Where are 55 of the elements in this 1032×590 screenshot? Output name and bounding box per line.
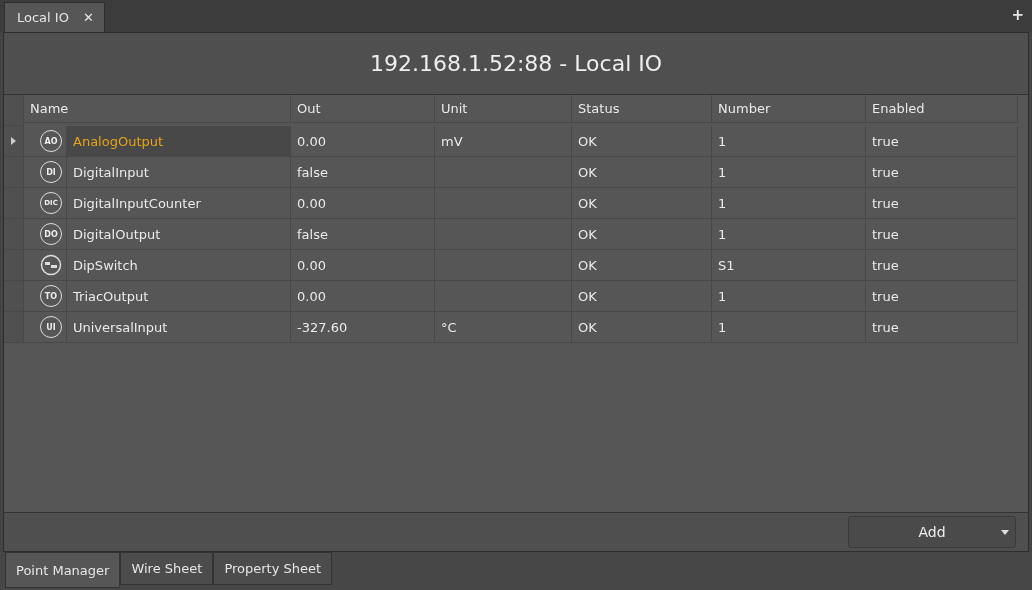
table-cell: OK [572,157,712,188]
switch-icon [40,254,62,276]
table-cell: false [291,219,435,250]
table-cell: OK [572,126,712,157]
close-button[interactable]: ✕ [82,10,94,25]
add-tab-button[interactable]: + [1011,6,1024,24]
table-cell: 0.00 [291,281,435,312]
table-cell: 1 [712,281,866,312]
table-cell-text: UniversalInput [72,318,169,337]
table-cell: OK [572,250,712,281]
table-cell: 1 [712,188,866,219]
table-cell: 0.00 [291,126,435,157]
table-cell: OK [572,281,712,312]
table-cell: true [866,250,1018,281]
table-cell: 1 [712,219,866,250]
table-cell: true [866,219,1018,250]
column-header[interactable]: Number [712,95,866,123]
table-cell: true [866,312,1018,343]
table-cell-text: DigitalOutput [72,225,162,244]
table-cell: 1 [712,157,866,188]
table-cell: -327.60 [291,312,435,343]
tab[interactable]: Property Sheet [213,552,333,585]
caret-icon [1001,530,1009,535]
table-cell: true [866,157,1018,188]
tab[interactable]: Point Manager [5,552,121,588]
table-cell: OK [572,219,712,250]
table-cell: OK [572,312,712,343]
column-header[interactable]: Enabled [866,95,1018,123]
table-cell-text: DigitalInputCounter [72,194,202,213]
table-cell: °C [435,312,572,343]
table-cell: false [291,157,435,188]
column-header[interactable]: Name [24,95,291,123]
table-cell: true [866,188,1018,219]
table-cell: S1 [712,250,866,281]
tab[interactable]: Local IO ✕ [4,2,105,32]
page-title: 192.168.1.52:88 - Local IO [4,33,1028,95]
table-cell-text: DigitalInput [72,163,150,182]
column-header[interactable]: Status [572,95,712,123]
table-cell: 1 [712,126,866,157]
table-cell: 0.00 [291,250,435,281]
tab[interactable]: Wire Sheet [120,552,214,585]
table-cell: 1 [712,312,866,343]
table-cell: true [866,281,1018,312]
row-pointer-icon [11,137,16,145]
table-cell: true [866,126,1018,157]
table-cell: AnalogOutput [67,126,290,156]
table-cell: 0.00 [291,188,435,219]
row-header[interactable] [4,126,24,157]
table-cell-text: TriacOutput [72,287,150,306]
add-button[interactable]: Add [848,516,1016,548]
column-header[interactable]: Unit [435,95,572,123]
table-cell: OK [572,188,712,219]
table-cell: mV [435,126,572,157]
column-header[interactable]: Out [291,95,435,123]
table-cell-text: DipSwitch [72,256,139,275]
